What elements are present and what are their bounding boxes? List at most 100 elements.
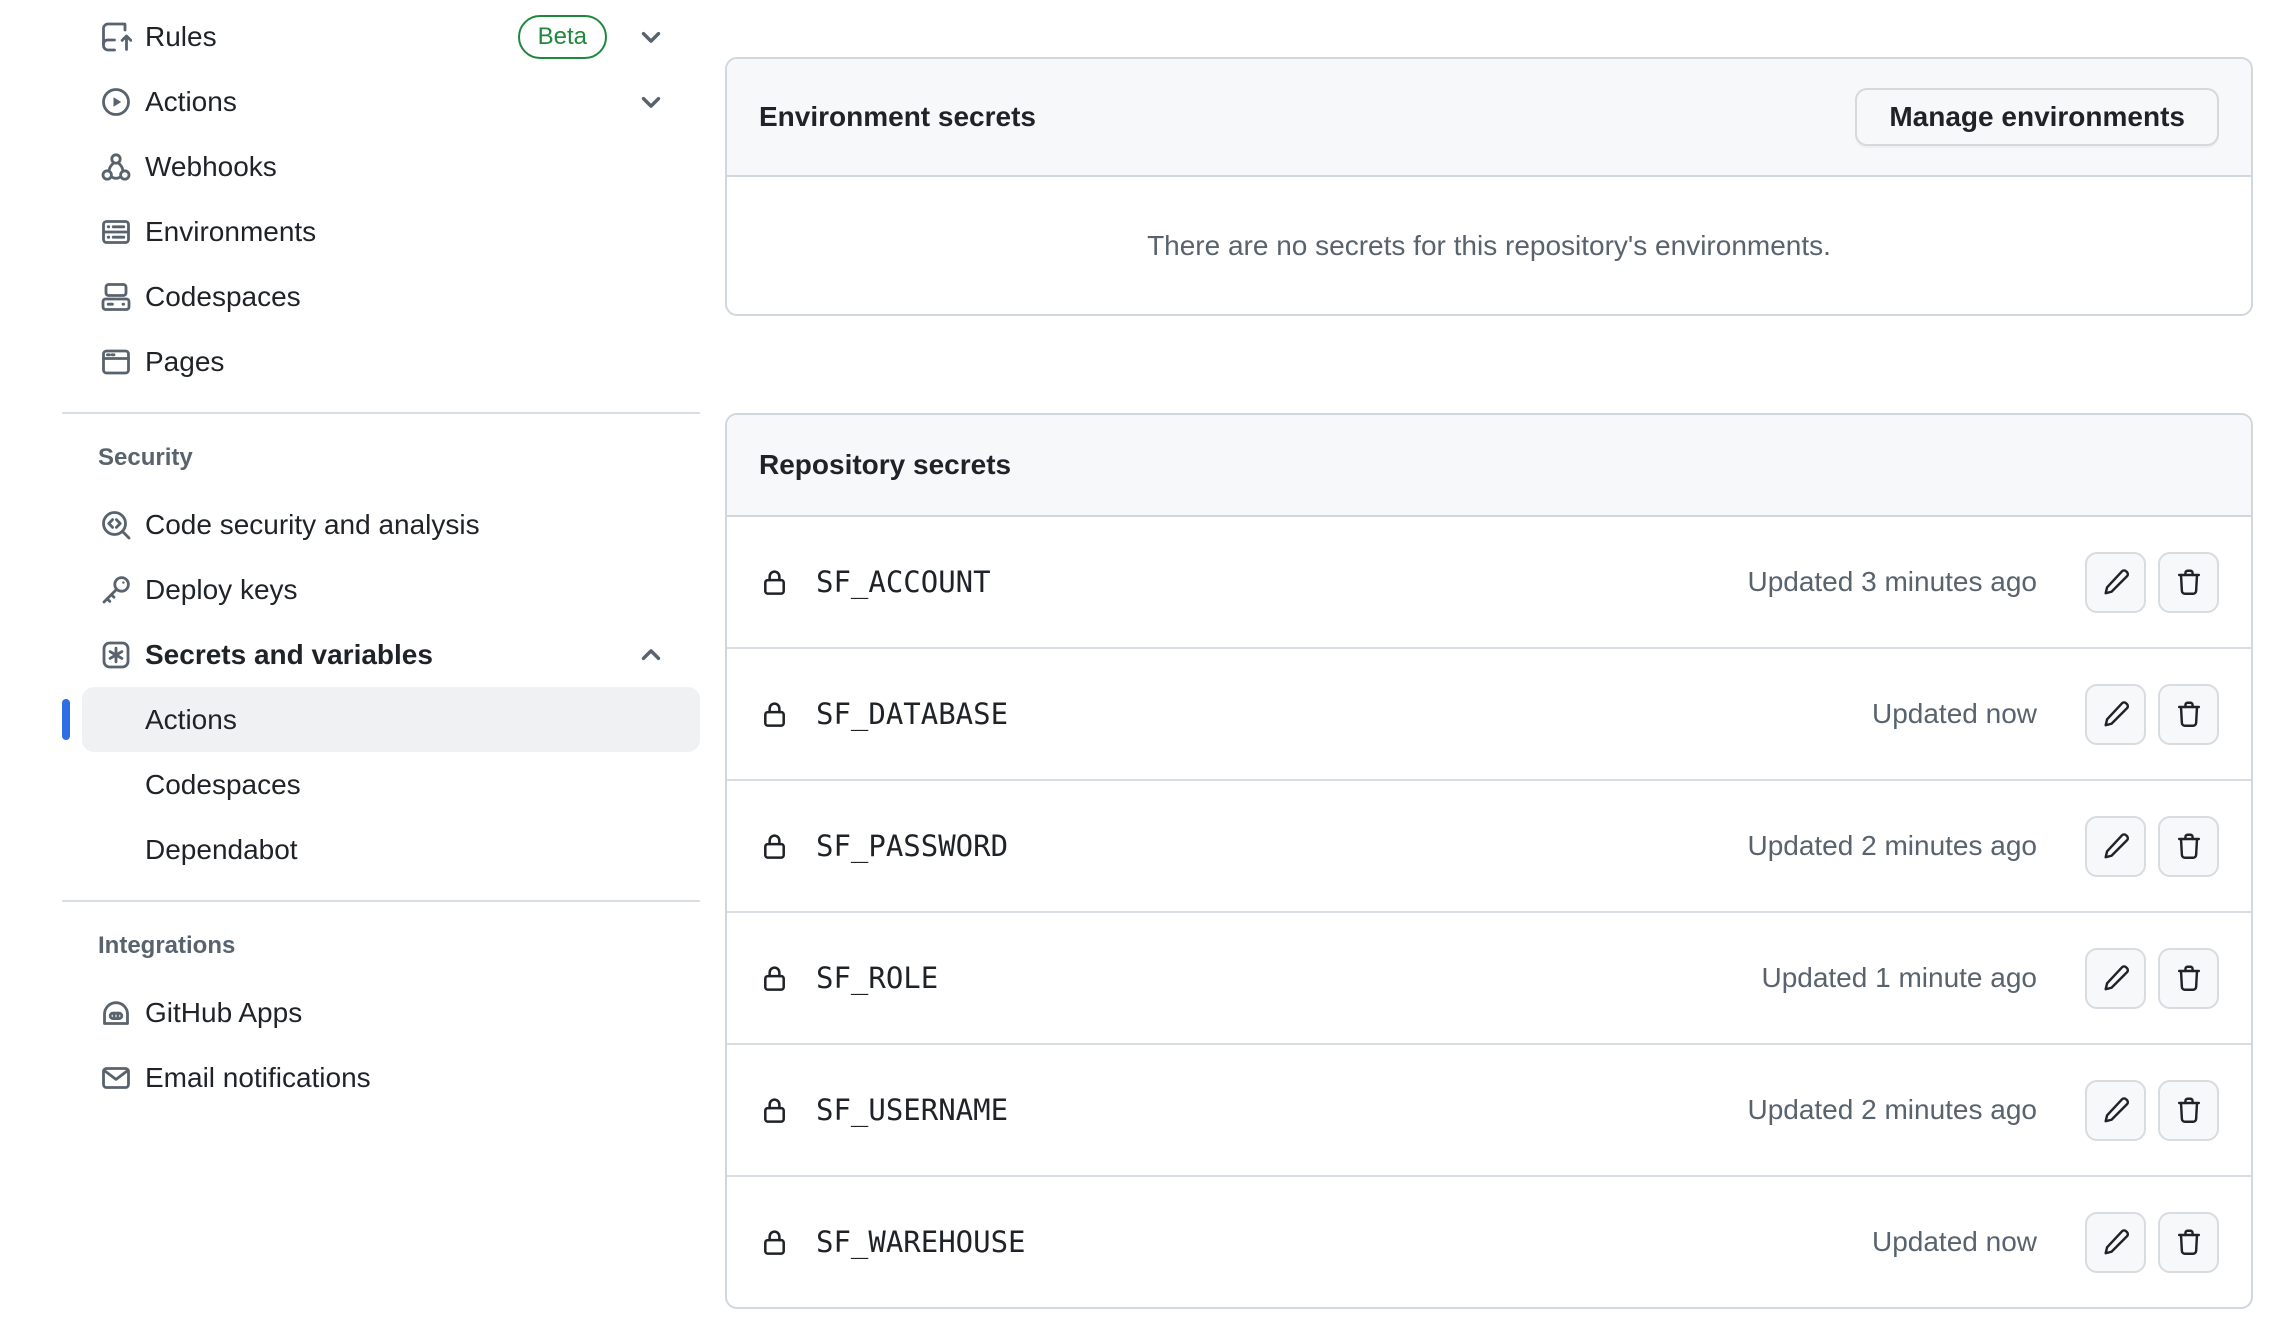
- trash-icon: [2174, 699, 2204, 729]
- sidebar-item-label: Pages: [145, 342, 224, 381]
- secret-updated: Updated 3 minutes ago: [1747, 562, 2037, 601]
- lock-icon: [759, 699, 790, 730]
- secret-name: SF_ROLE: [816, 958, 938, 999]
- sidebar-item-github-apps[interactable]: GitHub Apps: [62, 980, 700, 1045]
- key-icon: [100, 574, 132, 606]
- delete-secret-button[interactable]: [2158, 816, 2219, 877]
- server-icon: [100, 216, 132, 248]
- sidebar-item-secrets-and-variables[interactable]: Secrets and variables: [62, 622, 700, 687]
- sidebar-item-label: Webhooks: [145, 147, 277, 186]
- delete-secret-button[interactable]: [2158, 1080, 2219, 1141]
- sidebar-item-email-notifications[interactable]: Email notifications: [62, 1045, 700, 1110]
- secret-row: SF_DATABASE Updated now: [727, 647, 2251, 779]
- beta-badge: Beta: [518, 15, 607, 59]
- sidebar-item-label: Actions: [145, 82, 237, 121]
- edit-secret-button[interactable]: [2085, 1212, 2146, 1273]
- lock-icon: [759, 1095, 790, 1126]
- sidebar-item-rules[interactable]: Rules Beta: [62, 4, 700, 69]
- sidebar-item-deploy-keys[interactable]: Deploy keys: [62, 557, 700, 622]
- sidebar-item-label: Codespaces: [145, 277, 301, 316]
- trash-icon: [2174, 831, 2204, 861]
- sidebar-item-code-security[interactable]: Code security and analysis: [62, 492, 700, 557]
- edit-secret-button[interactable]: [2085, 816, 2146, 877]
- sidebar-item-pages[interactable]: Pages: [62, 329, 700, 394]
- edit-secret-button[interactable]: [2085, 684, 2146, 745]
- secret-row: SF_PASSWORD Updated 2 minutes ago: [727, 779, 2251, 911]
- sidebar-item-label: Rules: [145, 17, 217, 56]
- active-indicator: [62, 699, 70, 740]
- secret-row: SF_WAREHOUSE Updated now: [727, 1175, 2251, 1307]
- pencil-icon: [2101, 1227, 2131, 1257]
- chevron-down-icon: [636, 22, 666, 52]
- trash-icon: [2174, 1227, 2204, 1257]
- settings-main: Environment secrets Manage environments …: [725, 57, 2253, 1309]
- hubot-icon: [100, 997, 132, 1029]
- chevron-up-icon: [636, 640, 666, 670]
- secret-updated: Updated 1 minute ago: [1761, 958, 2037, 997]
- codespaces-icon: [100, 281, 132, 313]
- environment-secrets-empty-state: There are no secrets for this repository…: [727, 177, 2251, 314]
- sidebar-item-label: Dependabot: [145, 830, 298, 869]
- card-title: Environment secrets: [759, 97, 1036, 136]
- mail-icon: [100, 1062, 132, 1094]
- card-title: Repository secrets: [759, 445, 1011, 484]
- sidebar-item-label: Actions: [145, 700, 237, 739]
- manage-environments-button[interactable]: Manage environments: [1855, 88, 2219, 146]
- trash-icon: [2174, 1095, 2204, 1125]
- sidebar-item-label: Codespaces: [145, 765, 301, 804]
- pencil-icon: [2101, 1095, 2131, 1125]
- secret-name: SF_USERNAME: [816, 1090, 1008, 1131]
- secret-updated: Updated now: [1872, 694, 2037, 733]
- sidebar-subitem-codespaces[interactable]: Codespaces: [82, 752, 700, 817]
- sidebar-subitem-actions[interactable]: Actions: [82, 687, 700, 752]
- pencil-icon: [2101, 699, 2131, 729]
- codescan-icon: [100, 509, 132, 541]
- lock-icon: [759, 567, 790, 598]
- secret-name: SF_WAREHOUSE: [816, 1222, 1026, 1263]
- secret-name: SF_PASSWORD: [816, 826, 1008, 867]
- repo-push-icon: [100, 21, 132, 53]
- secret-updated: Updated 2 minutes ago: [1747, 826, 2037, 865]
- chevron-down-icon: [636, 87, 666, 117]
- settings-sidebar: Rules Beta Actions Webhooks Environments…: [62, 4, 700, 1110]
- secret-name: SF_ACCOUNT: [816, 562, 991, 603]
- sidebar-item-label: Environments: [145, 212, 316, 251]
- sidebar-item-label: Secrets and variables: [145, 635, 433, 674]
- secret-updated: Updated now: [1872, 1222, 2037, 1261]
- sidebar-divider: [62, 900, 700, 902]
- sidebar-item-webhooks[interactable]: Webhooks: [62, 134, 700, 199]
- pencil-icon: [2101, 831, 2131, 861]
- sidebar-item-environments[interactable]: Environments: [62, 199, 700, 264]
- sidebar-item-label: Deploy keys: [145, 570, 298, 609]
- repository-secrets-card: Repository secrets SF_ACCOUNT Updated 3 …: [725, 413, 2253, 1309]
- secret-row: SF_ROLE Updated 1 minute ago: [727, 911, 2251, 1043]
- sidebar-item-codespaces[interactable]: Codespaces: [62, 264, 700, 329]
- pencil-icon: [2101, 567, 2131, 597]
- play-icon: [100, 86, 132, 118]
- repository-secrets-header: Repository secrets: [727, 415, 2251, 517]
- browser-icon: [100, 346, 132, 378]
- pencil-icon: [2101, 963, 2131, 993]
- sidebar-item-actions[interactable]: Actions: [62, 69, 700, 134]
- delete-secret-button[interactable]: [2158, 948, 2219, 1009]
- empty-message: There are no secrets for this repository…: [1147, 226, 1831, 265]
- sidebar-item-label: Code security and analysis: [145, 505, 480, 544]
- lock-icon: [759, 1227, 790, 1258]
- lock-icon: [759, 963, 790, 994]
- edit-secret-button[interactable]: [2085, 552, 2146, 613]
- edit-secret-button[interactable]: [2085, 1080, 2146, 1141]
- trash-icon: [2174, 567, 2204, 597]
- sidebar-divider: [62, 412, 700, 414]
- delete-secret-button[interactable]: [2158, 552, 2219, 613]
- sidebar-item-label: GitHub Apps: [145, 993, 302, 1032]
- environment-secrets-header: Environment secrets Manage environments: [727, 59, 2251, 177]
- sidebar-subitem-dependabot[interactable]: Dependabot: [82, 817, 700, 882]
- delete-secret-button[interactable]: [2158, 1212, 2219, 1273]
- lock-icon: [759, 831, 790, 862]
- delete-secret-button[interactable]: [2158, 684, 2219, 745]
- edit-secret-button[interactable]: [2085, 948, 2146, 1009]
- webhook-icon: [100, 151, 132, 183]
- environment-secrets-card: Environment secrets Manage environments …: [725, 57, 2253, 316]
- key-asterisk-icon: [100, 639, 132, 671]
- sidebar-item-label: Email notifications: [145, 1058, 371, 1097]
